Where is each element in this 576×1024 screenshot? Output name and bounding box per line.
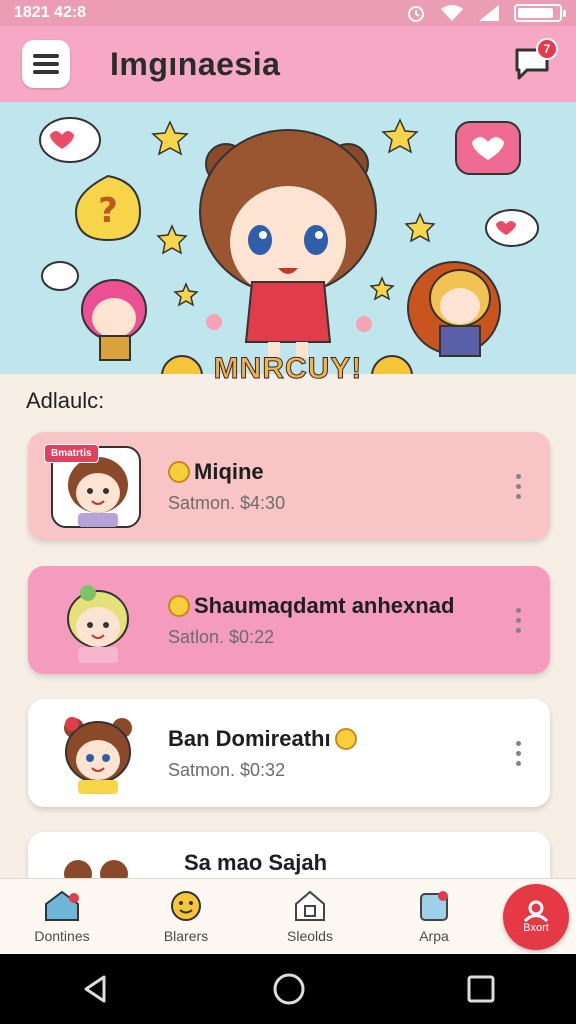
card-text: Ban Domireathı Satmon. $0:32 xyxy=(168,726,506,781)
house-outline-icon xyxy=(295,890,325,921)
more-options-icon[interactable] xyxy=(506,607,530,633)
heart-cloud-icon xyxy=(39,117,101,163)
card-title-text: Ban Domireathı xyxy=(168,725,331,751)
document-icon xyxy=(420,890,448,921)
section-label: Adlaulc: xyxy=(26,388,105,413)
card-title-text: Sa mao Sajah xyxy=(184,850,328,875)
list-item[interactable]: Shaumaqdamt anhexnad Satlon. $0:22 xyxy=(28,566,550,674)
status-bar: 1821 42:8 xyxy=(0,0,576,26)
hamburger-icon xyxy=(33,54,59,74)
pink-hair-character-illustration xyxy=(81,279,147,361)
heart-bubble-icon xyxy=(455,121,521,175)
nav-label: Sleolds xyxy=(287,927,333,944)
more-options-icon[interactable] xyxy=(506,473,530,499)
banner-illustration: ? xyxy=(39,117,539,374)
card-title: Sa mao Sajah xyxy=(184,850,530,876)
card-subtitle: Satlon. $0:22 xyxy=(168,626,275,647)
recents-icon[interactable] xyxy=(466,974,496,1004)
main-character-illustration xyxy=(199,129,377,358)
nav-label: Arpa xyxy=(419,927,449,944)
alarm-icon xyxy=(408,6,424,22)
app-bar: Imgınaesia 7 xyxy=(0,26,576,102)
more-options-icon[interactable] xyxy=(506,740,530,766)
nav-item-blarers[interactable]: Blarers xyxy=(131,890,241,944)
smiley-emoji-icon xyxy=(168,594,190,617)
fab-label: Bxort xyxy=(523,921,549,934)
nav-label: Blarers xyxy=(163,927,209,944)
nav-item-arpa[interactable]: Arpa xyxy=(379,890,489,944)
nav-label: Dontines xyxy=(34,927,90,944)
list-item[interactable]: Bmatrtis Miqine Satmon. $4:30 xyxy=(28,432,550,540)
card-text: Sa mao Sajah xyxy=(184,850,530,876)
card-title-text: Miqine xyxy=(194,458,264,484)
profile-fab-button[interactable]: Bxort xyxy=(503,883,569,950)
menu-button[interactable] xyxy=(22,40,70,88)
list-item[interactable]: Ban Domireathı Satmon. $0:32 xyxy=(28,699,550,807)
smiley-emoji-icon xyxy=(168,460,190,483)
status-time: 1821 42:8 xyxy=(14,4,87,21)
heart-cloud-icon xyxy=(485,209,539,247)
hero-banner: ? xyxy=(0,102,576,374)
card-title: Ban Domireathı xyxy=(168,726,506,752)
card-text: Shaumaqdamt anhexnad Satlon. $0:22 xyxy=(168,593,506,648)
card-title: Shaumaqdamt anhexnad xyxy=(168,593,506,619)
battery-icon xyxy=(514,4,566,22)
wifi-icon xyxy=(441,5,463,21)
heart-cloud-icon xyxy=(41,261,79,291)
card-title: Miqine xyxy=(168,459,506,485)
back-icon[interactable] xyxy=(80,973,112,1005)
app-title: Imgınaesia xyxy=(110,45,281,82)
card-tag: Bmatrtis xyxy=(44,444,99,463)
bottom-nav: Dontines Blarers Sleolds Arpa Bxort xyxy=(0,878,576,954)
nav-item-dontines[interactable]: Dontines xyxy=(7,890,117,944)
notification-badge: 7 xyxy=(536,38,558,60)
signal-icon xyxy=(479,5,499,21)
home-circle-icon[interactable] xyxy=(272,972,306,1006)
home-icon xyxy=(45,890,79,921)
nav-item-sleolds[interactable]: Sleolds xyxy=(255,890,365,944)
status-icons xyxy=(406,3,566,23)
blonde-character-illustration xyxy=(407,261,501,357)
svg-text:?: ? xyxy=(98,191,118,231)
smiley-emoji-icon xyxy=(334,727,357,750)
avatar xyxy=(48,575,144,665)
system-navigation-bar xyxy=(0,954,576,1024)
user-icon xyxy=(523,900,549,922)
card-subtitle: Satmon. $0:32 xyxy=(168,759,286,780)
banner-title: MNRCUY! xyxy=(213,352,363,386)
chat-button[interactable]: 7 xyxy=(510,38,558,86)
card-title-text: Shaumaqdamt anhexnad xyxy=(194,592,455,618)
card-subtitle: Satmon. $4:30 xyxy=(168,492,286,513)
card-text: Miqine Satmon. $4:30 xyxy=(168,459,506,514)
smiley-icon xyxy=(171,890,201,921)
question-bubble-icon: ? xyxy=(74,174,142,242)
avatar xyxy=(48,708,144,798)
